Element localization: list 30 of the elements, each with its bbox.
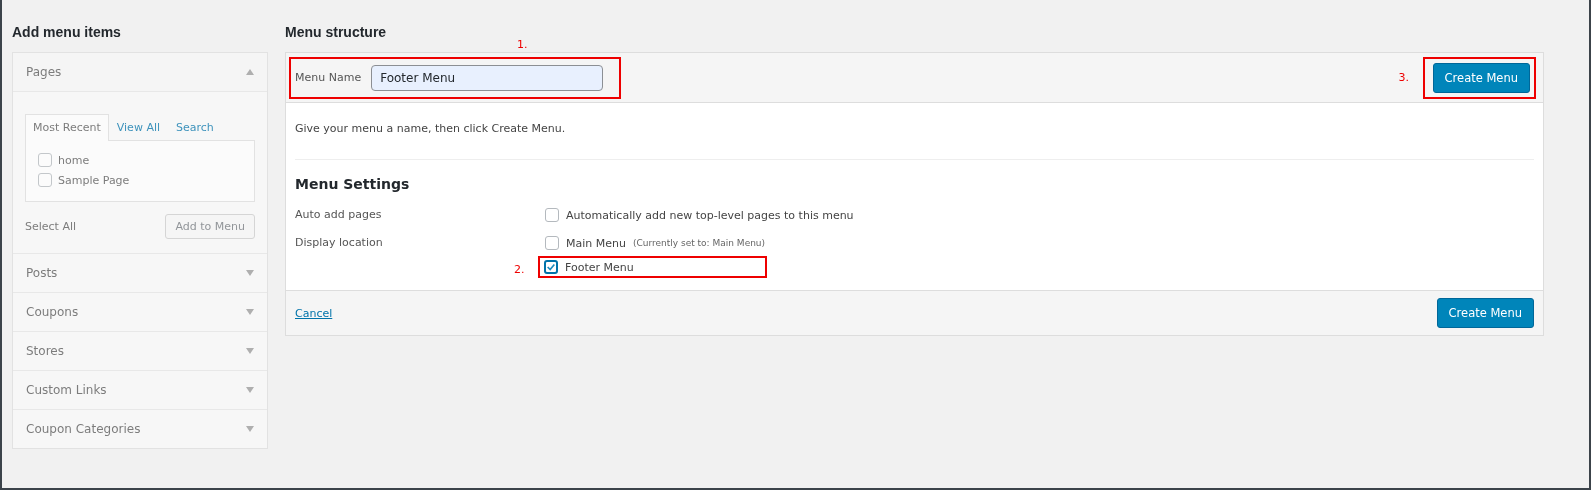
checkbox-label: Sample Page [58,173,130,187]
create-menu-button[interactable]: Create Menu [1436,298,1534,328]
annotation-number: 2. [514,263,525,276]
checkbox-label: Main Menu [566,236,626,250]
checkbox[interactable] [544,260,558,274]
checkbox-label: Automatically add new top-level pages to this menu [566,208,854,222]
section-heading: Add menu items [12,24,122,40]
section-title: Pages [26,65,62,79]
create-menu-button[interactable]: Create Menu [1432,62,1530,93]
note-text: (Currently set to: Main Menu) [632,238,766,248]
annotation-number: 1. [517,37,528,51]
cancel-link[interactable]: Cancel [295,306,333,320]
checkbox-label: home [58,153,90,167]
checkbox-label: Footer Menu [565,260,634,274]
section-title: Coupons [26,305,79,319]
annotation-number: 3. [1398,70,1410,84]
section-title: Stores [26,344,64,358]
section-title: Coupon Categories [26,422,141,436]
check-icon [546,261,556,273]
field-label: Menu Name [295,71,362,84]
setting-label: Auto add pages [295,207,383,221]
setting-label: Display location [295,235,384,249]
settings-heading: Menu Settings [295,176,411,192]
section-heading: Menu structure [285,24,388,40]
section-title: Posts [26,266,58,280]
help-text: Give your menu a name, then click Create Menu. [295,122,567,135]
checkbox[interactable] [545,236,559,250]
menu-name-field[interactable]: Footer Menu [371,64,604,91]
checkbox[interactable] [545,208,559,222]
section-title: Custom Links [26,383,107,397]
